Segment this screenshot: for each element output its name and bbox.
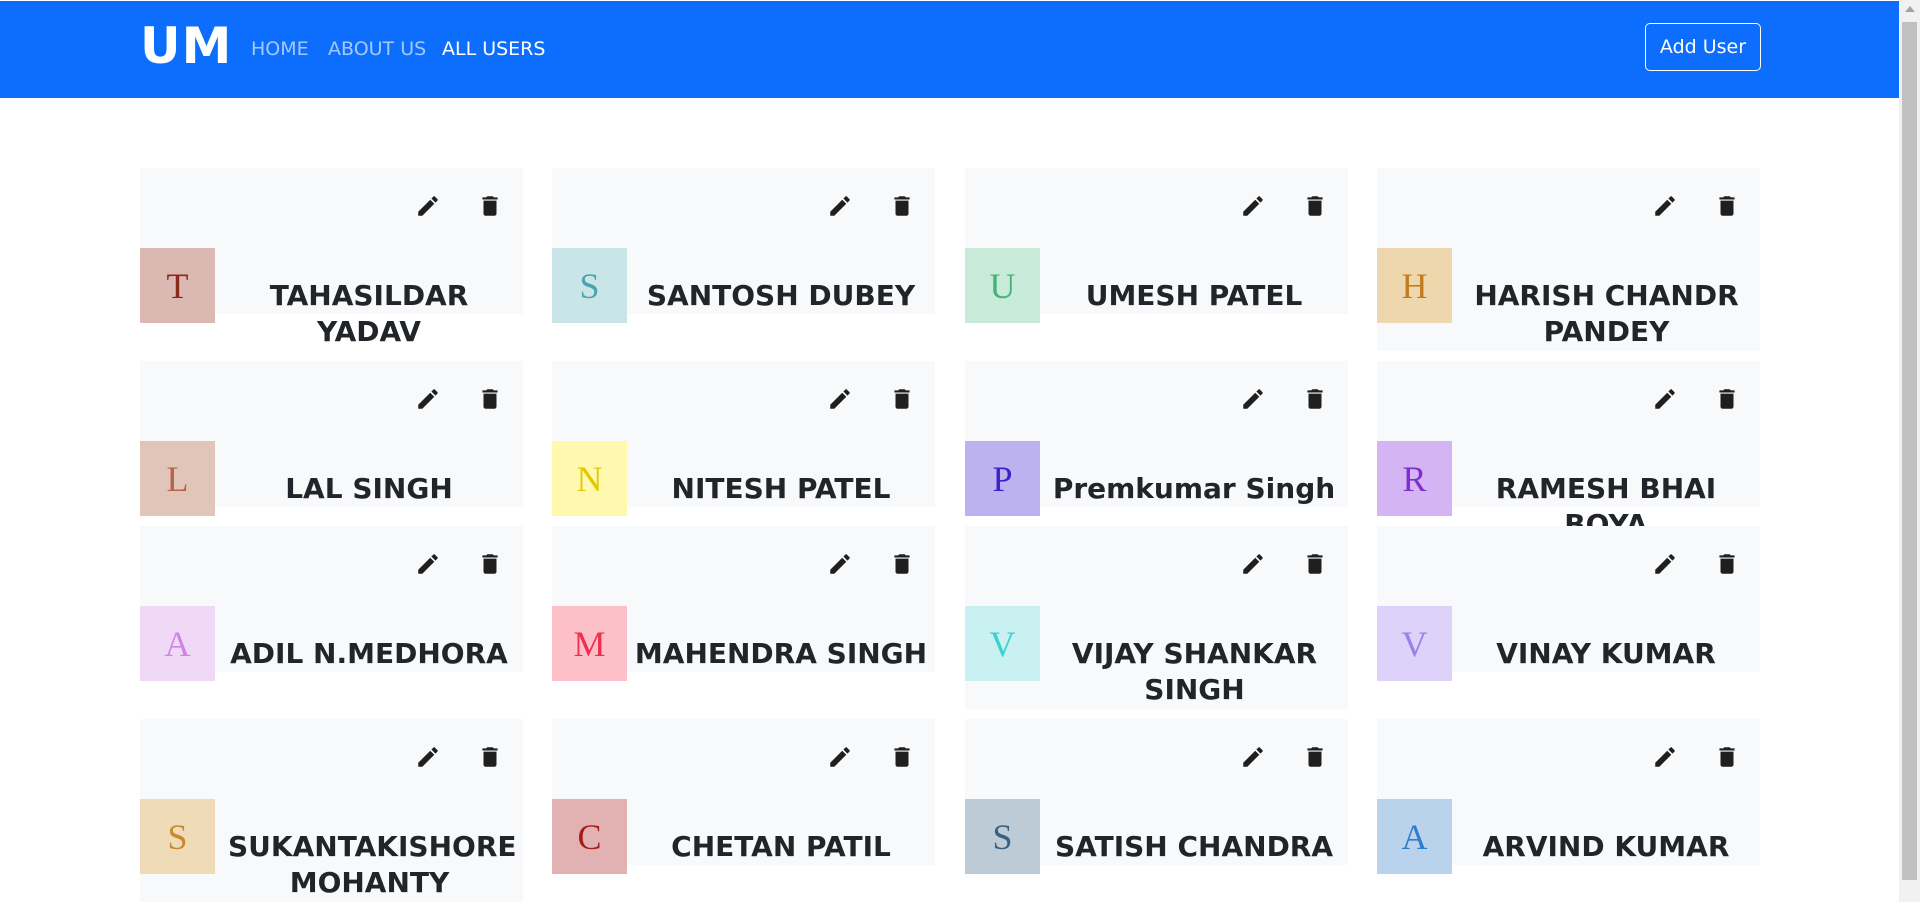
avatar: L	[140, 441, 215, 516]
trash-icon[interactable]	[1711, 741, 1743, 773]
avatar: V	[965, 606, 1040, 681]
scrollbar-thumb[interactable]	[1902, 22, 1917, 880]
avatar: A	[140, 606, 215, 681]
trash-icon[interactable]	[886, 741, 918, 773]
user-name: HARISH CHANDR PANDEY	[1474, 279, 1739, 348]
user-card: S SATISH CHANDRA	[965, 719, 1348, 874]
pencil-icon[interactable]	[1649, 190, 1681, 222]
avatar: R	[1377, 441, 1452, 516]
avatar: C	[552, 799, 627, 874]
user-name: Premkumar Singh	[1052, 472, 1336, 505]
user-card: U UMESH PATEL	[965, 168, 1348, 323]
user-name: SATISH CHANDRA	[1054, 830, 1334, 863]
avatar: S	[965, 799, 1040, 874]
trash-icon[interactable]	[474, 383, 506, 415]
trash-icon[interactable]	[474, 548, 506, 580]
trash-icon[interactable]	[886, 548, 918, 580]
pencil-icon[interactable]	[1237, 741, 1269, 773]
trash-icon[interactable]	[474, 190, 506, 222]
trash-icon[interactable]	[886, 383, 918, 415]
user-name: SANTOSH DUBEY	[646, 279, 916, 312]
user-card: V VINAY KUMAR	[1377, 526, 1760, 681]
avatar: M	[552, 606, 627, 681]
brand-logo[interactable]: UM	[140, 17, 232, 75]
top-navbar: UM HOME ABOUT US ALL USERS Add User	[0, 1, 1899, 98]
pencil-icon[interactable]	[1237, 383, 1269, 415]
user-card: R RAMESH BHAI BOYA	[1377, 361, 1760, 541]
user-card: L LAL SINGH	[140, 361, 523, 516]
trash-icon[interactable]	[1711, 190, 1743, 222]
pencil-icon[interactable]	[1649, 548, 1681, 580]
avatar: V	[1377, 606, 1452, 681]
pencil-icon[interactable]	[412, 741, 444, 773]
avatar: H	[1377, 248, 1452, 323]
trash-icon[interactable]	[1299, 383, 1331, 415]
user-name: ARVIND KUMAR	[1482, 830, 1730, 863]
vertical-scrollbar[interactable]	[1899, 0, 1920, 902]
user-name: SUKANTAKISHORE MOHANTY	[228, 830, 517, 899]
user-name: VIJAY SHANKAR SINGH	[1071, 637, 1318, 706]
avatar: S	[140, 799, 215, 874]
pencil-icon[interactable]	[412, 190, 444, 222]
pencil-icon[interactable]	[1237, 190, 1269, 222]
pencil-icon[interactable]	[1237, 548, 1269, 580]
pencil-icon[interactable]	[1649, 741, 1681, 773]
user-name: MAHENDRA SINGH	[634, 637, 928, 670]
user-card: A ARVIND KUMAR	[1377, 719, 1760, 874]
user-name: VINAY KUMAR	[1496, 637, 1716, 670]
trash-icon[interactable]	[886, 190, 918, 222]
user-name: LAL SINGH	[285, 472, 453, 505]
nav-home-link[interactable]: HOME	[251, 38, 309, 60]
pencil-icon[interactable]	[412, 548, 444, 580]
user-name: TAHASILDAR YADAV	[269, 279, 469, 348]
nav-all-users-link[interactable]: ALL USERS	[442, 38, 545, 60]
user-card: A ADIL N.MEDHORA	[140, 526, 523, 681]
scroll-up-arrow-icon[interactable]	[1905, 6, 1915, 12]
pencil-icon[interactable]	[824, 190, 856, 222]
nav-about-link[interactable]: ABOUT US	[328, 38, 426, 60]
user-name: NITESH PATEL	[671, 472, 891, 505]
avatar: P	[965, 441, 1040, 516]
pencil-icon[interactable]	[824, 548, 856, 580]
trash-icon[interactable]	[1711, 548, 1743, 580]
pencil-icon[interactable]	[1649, 383, 1681, 415]
user-name: ADIL N.MEDHORA	[230, 637, 508, 670]
user-card: N NITESH PATEL	[552, 361, 935, 516]
user-card: P Premkumar Singh	[965, 361, 1348, 516]
user-name: UMESH PATEL	[1085, 279, 1303, 312]
user-name: CHETAN PATIL	[671, 830, 891, 863]
avatar: A	[1377, 799, 1452, 874]
avatar: T	[140, 248, 215, 323]
trash-icon[interactable]	[1299, 741, 1331, 773]
pencil-icon[interactable]	[824, 741, 856, 773]
pencil-icon[interactable]	[412, 383, 444, 415]
user-card: T TAHASILDAR YADAV	[140, 168, 523, 348]
user-card: S SUKANTAKISHORE MOHANTY	[140, 719, 523, 902]
trash-icon[interactable]	[1299, 190, 1331, 222]
trash-icon[interactable]	[1299, 548, 1331, 580]
user-card: S SANTOSH DUBEY	[552, 168, 935, 323]
trash-icon[interactable]	[474, 741, 506, 773]
avatar: N	[552, 441, 627, 516]
avatar: S	[552, 248, 627, 323]
add-user-button[interactable]: Add User	[1645, 23, 1761, 71]
user-card: V VIJAY SHANKAR SINGH	[965, 526, 1348, 709]
trash-icon[interactable]	[1711, 383, 1743, 415]
avatar: U	[965, 248, 1040, 323]
user-card: C CHETAN PATIL	[552, 719, 935, 874]
user-card: M MAHENDRA SINGH	[552, 526, 935, 681]
user-card: H HARISH CHANDR PANDEY	[1377, 168, 1760, 351]
pencil-icon[interactable]	[824, 383, 856, 415]
